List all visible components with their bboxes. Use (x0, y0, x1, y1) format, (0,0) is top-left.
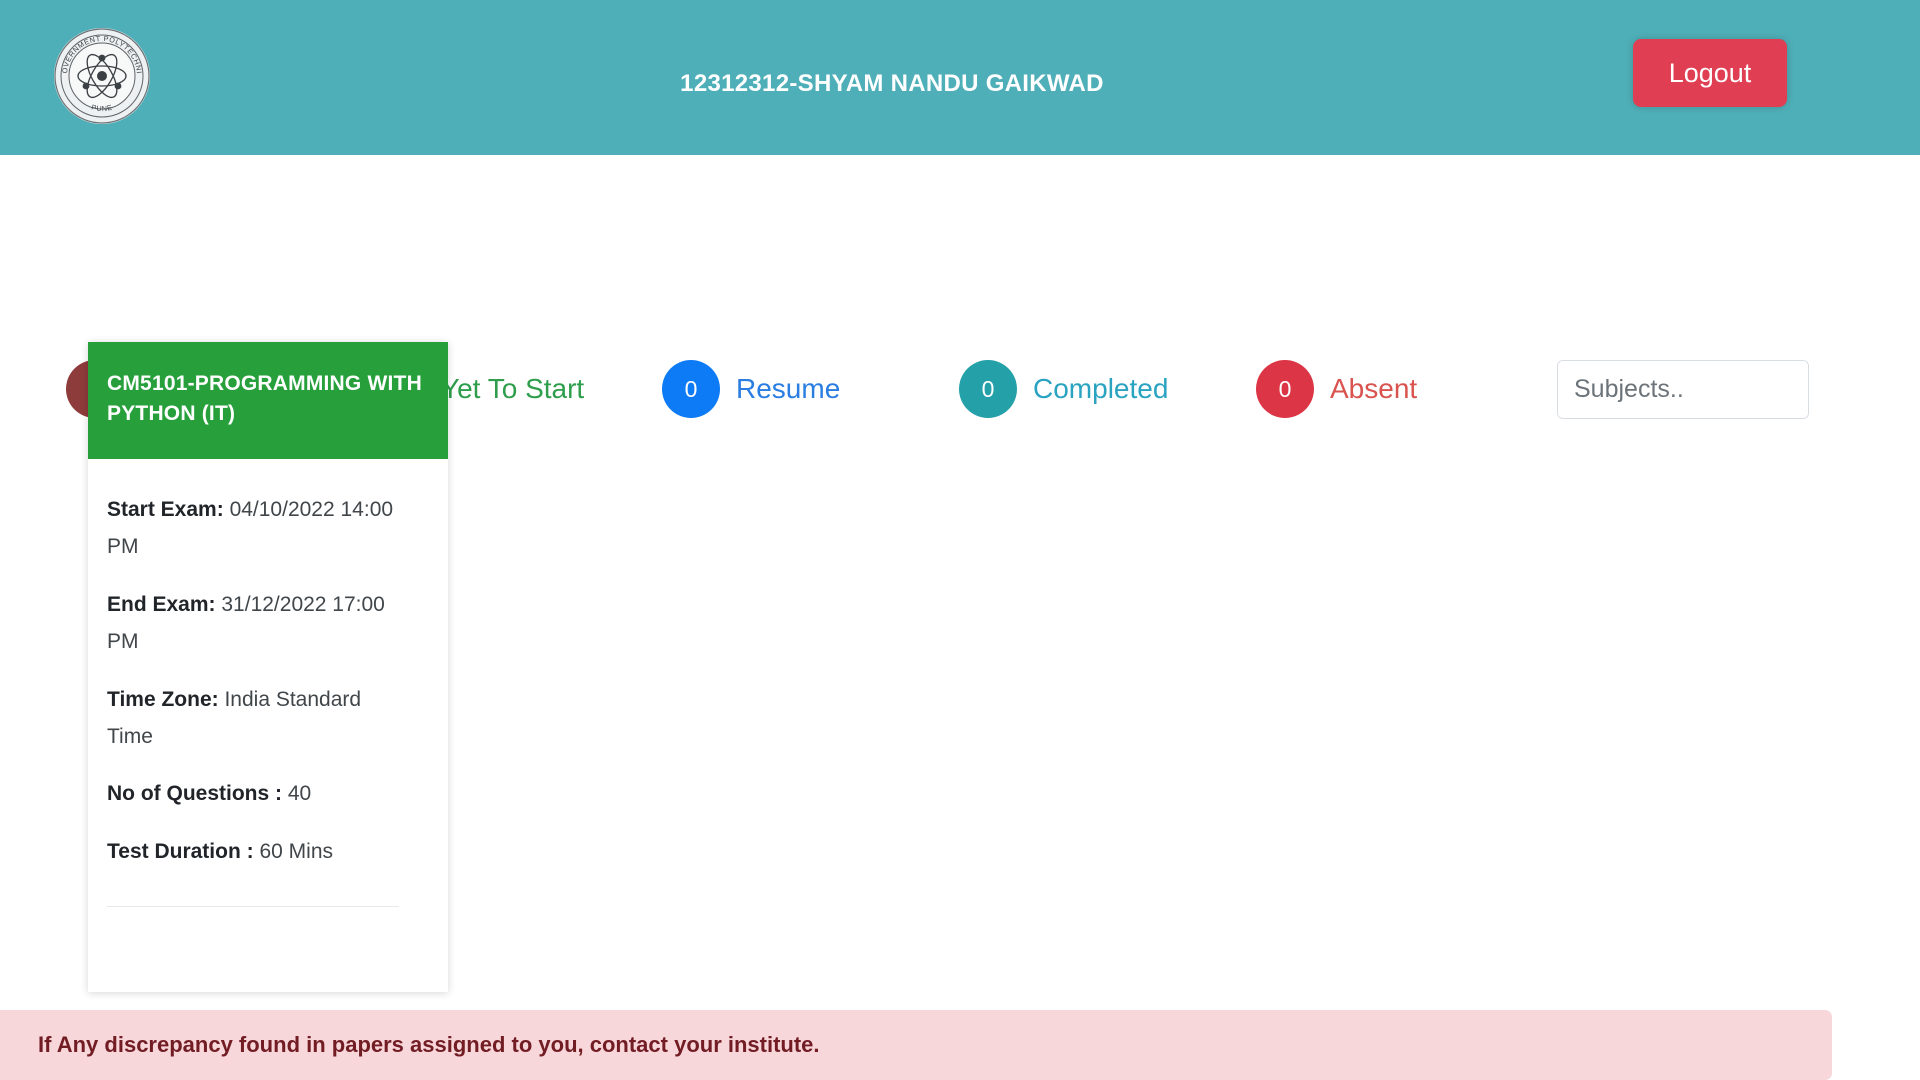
filter-count-completed: 0 (959, 360, 1017, 418)
exam-detail-test-duration: Test Duration : 60 Mins (107, 833, 399, 870)
exam-detail-time-zone: Time Zone: India Standard Time (107, 681, 399, 756)
exam-detail-end-exam: End Exam: 31/12/2022 17:00 PM (107, 586, 399, 661)
search-input[interactable] (1558, 361, 1808, 418)
filter-label-resume: Resume (736, 373, 841, 404)
exam-card-title: CM5101-PROGRAMMING WITH PYTHON (IT) (88, 342, 448, 460)
app-header: GOVERNMENT POLYTECHNIC PUNE 12312312-SHY… (0, 0, 1920, 155)
discrepancy-notice-bar: If Any discrepancy found in papers assig… (0, 1010, 1832, 1080)
exam-card[interactable]: CM5101-PROGRAMMING WITH PYTHON (IT) Star… (88, 342, 448, 993)
status-filter-bar: 1 All 1 Yet To Start 0 Resume 0 Complete… (0, 155, 1920, 419)
filter-tab-absent[interactable]: 0 Absent (1256, 360, 1417, 418)
filter-tab-completed[interactable]: 0 Completed (959, 360, 1168, 418)
exam-detail-value: 40 (287, 782, 312, 806)
exam-detail-label: No of Questions : (107, 782, 282, 806)
student-identity-title: 12312312-SHYAM NANDU GAIKWAD (680, 70, 1104, 97)
exam-detail-label: Time Zone: (107, 687, 219, 711)
subject-search-group (1557, 360, 1809, 419)
svg-text:PUNE: PUNE (91, 103, 114, 114)
filter-count-absent: 0 (1256, 360, 1314, 418)
exam-detail-value: 60 Mins (259, 839, 333, 863)
logout-button[interactable]: Logout (1633, 39, 1787, 107)
exam-card-footer (107, 906, 399, 993)
exam-card-body: Start Exam: 04/10/2022 14:00 PM End Exam… (88, 459, 418, 993)
filter-tab-resume[interactable]: 0 Resume (662, 360, 840, 418)
exam-detail-label: Start Exam: (107, 498, 224, 522)
exam-detail-label: End Exam: (107, 592, 216, 616)
exam-detail-start-exam: Start Exam: 04/10/2022 14:00 PM (107, 491, 399, 566)
exam-detail-label: Test Duration : (107, 839, 254, 863)
exam-detail-no-of-questions: No of Questions : 40 (107, 775, 399, 812)
filter-count-resume: 0 (662, 360, 720, 418)
filter-label-completed: Completed (1033, 373, 1169, 404)
discrepancy-notice-text: If Any discrepancy found in papers assig… (38, 1032, 820, 1057)
filter-label-yet-to-start: Yet To Start (441, 373, 585, 404)
filter-label-absent: Absent (1330, 373, 1418, 404)
